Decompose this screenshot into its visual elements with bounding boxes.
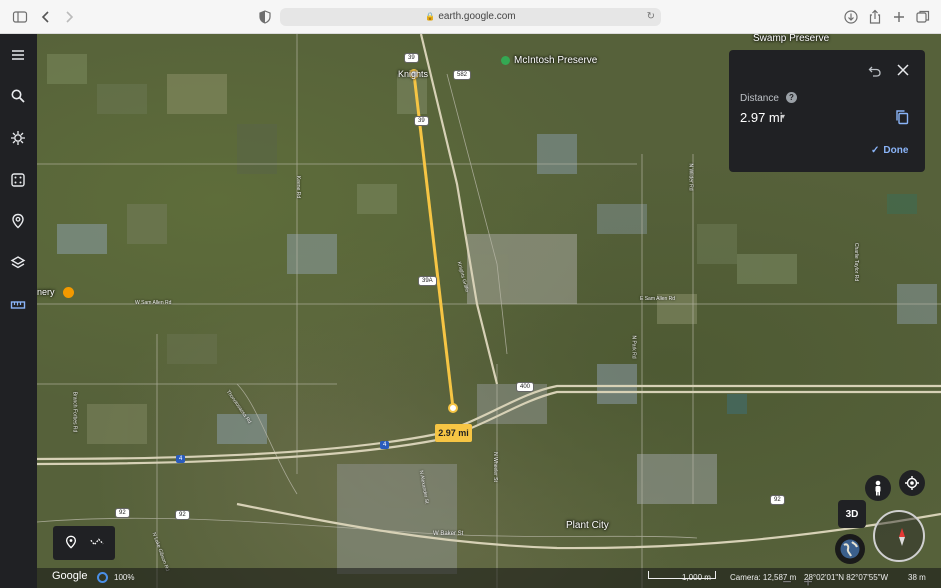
tabs-icon[interactable] (915, 9, 931, 25)
interstate-shield-4: 4 (380, 441, 390, 449)
road-label-w-sam-allen: W Sam Allen Rd (135, 300, 172, 306)
compass-north-needle (899, 528, 905, 537)
distance-value: 2.97 mi (740, 110, 783, 125)
feeling-lucky-icon[interactable] (7, 169, 29, 191)
placemark-icon[interactable] (63, 535, 79, 551)
google-logo: Google (52, 570, 88, 582)
route-shield-92: 92 (175, 510, 190, 520)
menu-icon[interactable] (7, 44, 29, 66)
copy-icon[interactable] (894, 109, 910, 125)
route-shield-92: 92 (770, 495, 785, 505)
measure-end-point[interactable] (448, 403, 458, 413)
route-shield-39a: 39A (418, 276, 437, 286)
compass-south-needle (899, 537, 905, 546)
url-text: earth.google.com (438, 11, 516, 22)
undo-icon[interactable] (868, 64, 882, 78)
path-icon[interactable] (89, 535, 105, 551)
place-knights: Knights (398, 69, 429, 79)
distance-title: Distance (740, 93, 779, 104)
road-label-branch-forbes: Branch Forbes Rd (71, 391, 78, 433)
route-shield-39: 39 (404, 53, 419, 63)
map-style-icon[interactable] (7, 252, 29, 274)
road-label-charlie-taylor: Charlie Taylor Rd (853, 242, 860, 282)
road-label-n-park: N Park Rd (630, 335, 637, 359)
camera-altitude: Camera: 12,587 m (730, 573, 797, 582)
road-label-wheeler: N Wheeler St (491, 452, 498, 482)
new-tab-icon[interactable] (891, 9, 907, 25)
route-shield-400: 400 (516, 382, 535, 392)
measure-distance-label: 2.97 mi (435, 424, 472, 442)
projects-icon[interactable] (7, 210, 29, 232)
voyager-icon[interactable] (7, 127, 29, 149)
place-swamp-preserve: Swamp Preserve (753, 34, 830, 44)
forward-icon[interactable] (61, 9, 77, 25)
sidebar-toggle-icon[interactable] (12, 9, 28, 25)
place-plant-city: Plant City (566, 520, 609, 531)
pegman-icon[interactable] (865, 475, 891, 501)
route-shield-39: 39 (414, 116, 429, 126)
globe-icon[interactable] (835, 534, 865, 564)
status-bar: Google 100% 1,000 m Camera: 12,587 m 28°… (37, 568, 941, 588)
back-icon[interactable] (38, 9, 54, 25)
interstate-shield-4: 4 (176, 455, 186, 463)
drawing-tools (53, 526, 115, 560)
lock-icon: 🔒 (425, 12, 436, 21)
park-marker-icon (501, 55, 510, 65)
left-sidebar (0, 34, 37, 588)
streaming-percent: 100% (114, 573, 135, 582)
distance-panel: Distance ? 2.97 mi ▾ ✓ Done (729, 50, 925, 172)
road-label-e-sam-allen: E Sam Allen Rd (640, 296, 676, 302)
measure-icon[interactable] (7, 294, 29, 316)
done-label: Done (883, 145, 909, 156)
reload-icon[interactable]: ↻ (647, 8, 655, 26)
address-bar[interactable]: 🔒 earth.google.com ↻ (280, 8, 661, 26)
route-shield-582: 582 (453, 70, 472, 80)
place-mcintosh-preserve: McIntosh Preserve (501, 55, 597, 66)
scale-text: 1,000 m (682, 573, 711, 582)
my-location-icon[interactable] (899, 470, 925, 496)
place-winery: nery (37, 287, 75, 299)
share-icon[interactable] (867, 9, 883, 25)
download-icon[interactable] (843, 9, 859, 25)
close-icon[interactable] (896, 63, 910, 77)
road-label-keene: Keene Rd (295, 175, 302, 199)
road-label-n-wilder: N Wilder Rd (687, 163, 694, 191)
road-label-w-baker: W Baker St (433, 531, 464, 537)
search-icon[interactable] (7, 85, 29, 107)
help-icon[interactable]: ? (786, 92, 797, 103)
route-shield-92: 92 (115, 508, 130, 518)
coordinates: 28°02'01"N 82°07'55"W (804, 573, 889, 582)
shield-icon[interactable] (257, 9, 273, 25)
3d-toggle-button[interactable]: 3D (838, 500, 866, 528)
done-button[interactable]: ✓ Done (871, 145, 908, 156)
check-icon: ✓ (871, 145, 880, 156)
winery-marker-icon (63, 287, 75, 299)
compass-icon[interactable] (873, 510, 925, 562)
elevation: 38 m (908, 573, 926, 582)
streaming-indicator-icon (97, 572, 108, 583)
dropdown-caret-icon[interactable]: ▾ (781, 112, 785, 121)
browser-toolbar: 🔒 earth.google.com ↻ (0, 0, 941, 34)
